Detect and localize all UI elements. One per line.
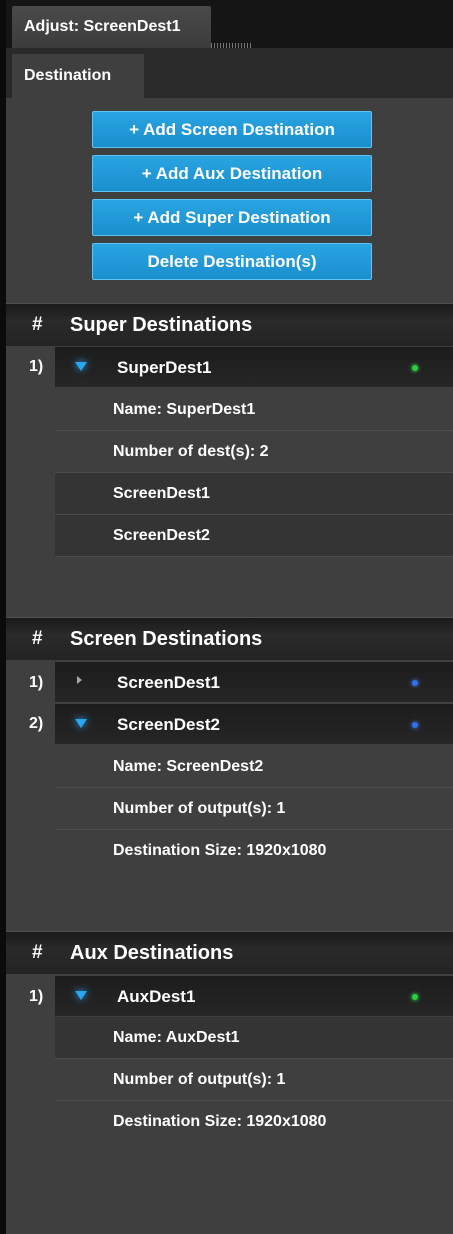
super-destination-row-superdest1[interactable]: SuperDest1 [55, 347, 453, 387]
screen-row-number-1: 1) [29, 674, 44, 691]
title-bar: Adjust: ScreenDest1 [6, 0, 453, 48]
detail-text: Number of output(s): 1 [113, 1071, 286, 1088]
status-dot-icon [412, 365, 418, 371]
tab-destination-label: Destination [24, 67, 112, 84]
member-text: ScreenDest2 [113, 527, 210, 544]
screen-detail-size: Destination Size: 1920x1080 [55, 830, 453, 872]
screen-detail-name: Name: ScreenDest2 [55, 746, 453, 788]
expanded-arrow-icon[interactable] [75, 362, 87, 371]
aux-row-number-1: 1) [29, 988, 44, 1005]
add-aux-destination-button[interactable]: + Add Aux Destination [92, 155, 372, 192]
expanded-arrow-icon[interactable] [75, 719, 87, 728]
screen-destination-row-screendest2[interactable]: ScreenDest2 [55, 704, 453, 744]
screen-destination-row-screendest1[interactable]: ScreenDest1 [55, 662, 453, 702]
adjust-title-label: Adjust: ScreenDest1 [24, 18, 181, 35]
super-member-screendest1[interactable]: ScreenDest1 [55, 473, 453, 515]
expanded-arrow-icon[interactable] [75, 991, 87, 1000]
collapsed-arrow-icon[interactable] [77, 676, 82, 684]
status-dot-icon [412, 722, 418, 728]
super-destinations-title: Super Destinations [70, 314, 253, 336]
delete-destinations-button[interactable]: Delete Destination(s) [92, 243, 372, 280]
aux-detail-size: Destination Size: 1920x1080 [55, 1101, 453, 1143]
screen-number-column-header: # [32, 628, 43, 649]
aux-number-column-header: # [32, 942, 43, 963]
member-text: ScreenDest1 [113, 485, 210, 502]
detail-text: Number of output(s): 1 [113, 800, 286, 817]
status-dot-icon [412, 680, 418, 686]
super-destinations-header: # Super Destinations [6, 303, 453, 346]
detail-text: Name: SuperDest1 [113, 401, 256, 418]
super-member-screendest2[interactable]: ScreenDest2 [55, 515, 453, 557]
screen-destination-name: ScreenDest1 [117, 673, 221, 692]
aux-destination-row-auxdest1[interactable]: AuxDest1 [55, 976, 453, 1016]
screen-detail-output-count: Number of output(s): 1 [55, 788, 453, 830]
aux-detail-output-count: Number of output(s): 1 [55, 1059, 453, 1101]
detail-text: Name: ScreenDest2 [113, 758, 264, 775]
super-detail-name: Name: SuperDest1 [55, 389, 453, 431]
super-row-number-1: 1) [29, 358, 44, 375]
screen-row-number-2: 2) [29, 715, 44, 732]
screen-destinations-title: Screen Destinations [70, 628, 263, 650]
aux-destination-name: AuxDest1 [117, 987, 196, 1006]
tab-destination[interactable]: Destination [12, 54, 144, 98]
aux-destinations-header: # Aux Destinations [6, 931, 453, 974]
aux-detail-name: Name: AuxDest1 [55, 1017, 453, 1059]
detail-text: Number of dest(s): 2 [113, 443, 269, 460]
status-dot-icon [412, 994, 418, 1000]
add-super-destination-button[interactable]: + Add Super Destination [92, 199, 372, 236]
super-number-column-header: # [32, 314, 43, 335]
add-screen-destination-button[interactable]: + Add Screen Destination [92, 111, 372, 148]
super-detail-dest-count: Number of dest(s): 2 [55, 431, 453, 473]
detail-text: Destination Size: 1920x1080 [113, 842, 327, 859]
detail-text: Name: AuxDest1 [113, 1029, 240, 1046]
aux-destinations-title: Aux Destinations [70, 942, 234, 964]
screen-destinations-header: # Screen Destinations [6, 617, 453, 660]
tab-strip: Destination [6, 48, 453, 98]
detail-text: Destination Size: 1920x1080 [113, 1113, 327, 1130]
super-destination-name: SuperDest1 [117, 358, 212, 377]
adjust-panel: Adjust: ScreenDest1 Destination + Add Sc… [6, 0, 453, 1234]
adjust-title-tab[interactable]: Adjust: ScreenDest1 [12, 6, 211, 48]
screen-destination-name: ScreenDest2 [117, 715, 221, 734]
